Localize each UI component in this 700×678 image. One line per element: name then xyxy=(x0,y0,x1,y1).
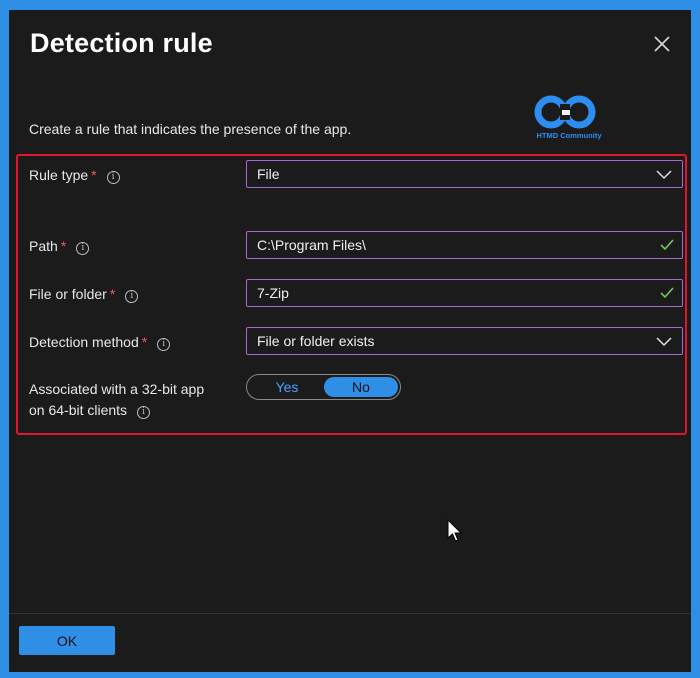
dialog-frame: Detection rule HTMD Community Create a r… xyxy=(0,0,700,678)
required-marker: * xyxy=(91,167,97,183)
file-or-folder-label: File or folder * i xyxy=(29,285,139,303)
toggle-option-yes[interactable]: Yes xyxy=(252,377,322,397)
associated-32bit-toggle[interactable]: Yes No xyxy=(246,374,401,400)
mouse-cursor-icon xyxy=(447,519,463,542)
path-value: C:\Program Files\ xyxy=(257,237,366,253)
detection-rule-panel: Detection rule HTMD Community Create a r… xyxy=(9,10,691,672)
required-marker: * xyxy=(109,286,116,302)
detection-method-value: File or folder exists xyxy=(257,333,375,349)
path-input[interactable]: C:\Program Files\ xyxy=(246,231,683,259)
close-icon[interactable] xyxy=(650,32,674,56)
info-icon[interactable]: i xyxy=(106,171,120,184)
toggle-option-no[interactable]: No xyxy=(324,377,398,397)
associated-32bit-label: Associated with a 32-bit app on 64-bit c… xyxy=(29,381,205,419)
checkmark-icon xyxy=(660,239,674,251)
chevron-down-icon xyxy=(656,337,672,347)
info-icon[interactable]: i xyxy=(76,242,90,255)
file-or-folder-value: 7-Zip xyxy=(257,285,289,301)
info-icon[interactable]: i xyxy=(137,406,151,419)
required-marker: * xyxy=(60,238,67,254)
ok-button[interactable]: OK xyxy=(19,626,115,655)
rule-type-dropdown[interactable]: File xyxy=(246,160,683,188)
detection-method-dropdown[interactable]: File or folder exists xyxy=(246,327,683,355)
required-marker: * xyxy=(141,334,148,350)
dialog-description: Create a rule that indicates the presenc… xyxy=(29,121,352,137)
checkmark-icon xyxy=(660,287,674,299)
footer-divider xyxy=(9,613,691,614)
logo-caption: HTMD Community xyxy=(536,131,602,140)
detection-method-label: Detection method * i xyxy=(29,333,171,351)
dialog-title: Detection rule xyxy=(30,28,213,58)
path-label: Path * i xyxy=(29,237,90,255)
rule-type-value: File xyxy=(257,166,280,182)
info-icon[interactable]: i xyxy=(157,338,171,351)
rule-type-label: Rule type * i xyxy=(29,166,120,184)
file-or-folder-input[interactable]: 7-Zip xyxy=(246,279,683,307)
chevron-down-icon xyxy=(656,170,672,180)
info-icon[interactable]: i xyxy=(125,290,139,303)
